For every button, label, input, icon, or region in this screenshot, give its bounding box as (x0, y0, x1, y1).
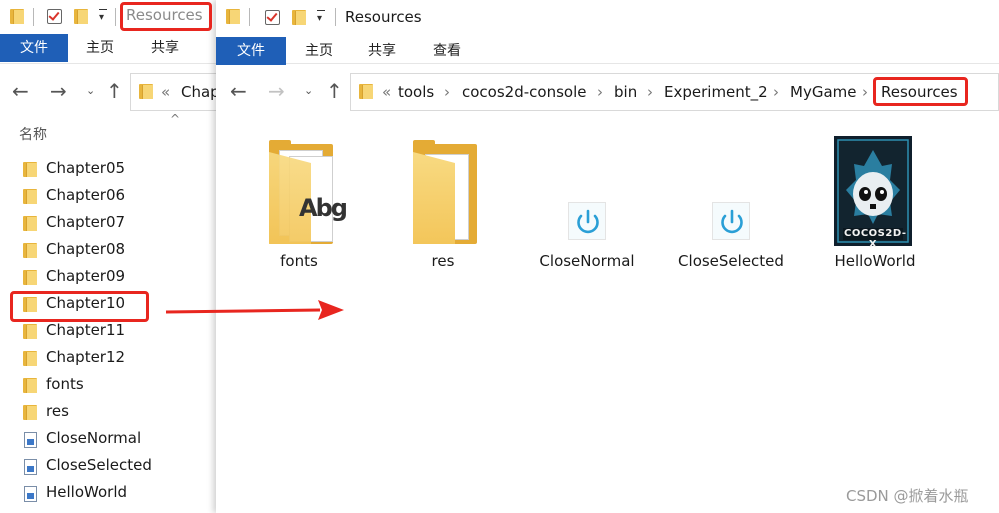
breadcrumb-tools[interactable]: tools (398, 83, 434, 101)
customize-toolbar-icon[interactable]: ▾ (317, 10, 326, 24)
list-item[interactable]: Chapter06 (0, 184, 216, 211)
watermark: CSDN @掀着水瓶 (846, 487, 969, 505)
folder-icon (23, 297, 37, 312)
front-address-row: ← → ⌄ ↑ « tools › cocos2d-console › bin … (216, 66, 999, 116)
tab-share[interactable]: 共享 (141, 34, 189, 62)
list-item-label: CloseNormal (46, 429, 142, 447)
folder-icon (23, 324, 37, 339)
back-address-row: ← → ⌄ ↑ « Chap (0, 66, 216, 116)
back-arrow-icon[interactable]: ← (12, 80, 29, 102)
list-item[interactable]: Chapter09 (0, 265, 216, 292)
folder-icon (23, 378, 37, 393)
list-item[interactable]: res (0, 400, 216, 427)
breadcrumb-segment[interactable]: Chap (181, 83, 216, 101)
up-arrow-icon[interactable]: ↑ (106, 80, 123, 102)
back-ribbon-tabs: 文件 主页 共享 (0, 34, 216, 64)
list-item-label: HelloWorld (46, 483, 128, 501)
new-folder-icon[interactable] (292, 10, 306, 25)
list-item-label: Chapter07 (46, 213, 126, 231)
tab-home[interactable]: 主页 (296, 37, 342, 65)
list-item[interactable]: CloseNormal (0, 427, 216, 454)
grid-item-closenormal[interactable]: CloseNormal (532, 136, 642, 276)
grid-item-closeselected[interactable]: CloseSelected (676, 136, 786, 276)
arrow-annotation (165, 300, 344, 320)
grid-item-helloworld[interactable]: COCOS2D-X HelloWorld (820, 136, 930, 276)
list-item-label: Chapter11 (46, 321, 126, 339)
overflow-chevron[interactable]: « (382, 83, 391, 101)
back-title-bar: ▾ Resources (0, 0, 216, 34)
folder-icon (413, 140, 479, 244)
recent-locations-icon[interactable]: ⌄ (86, 84, 95, 97)
folder-icon (23, 216, 37, 231)
image-file-icon (24, 486, 37, 502)
list-item-label: Chapter08 (46, 240, 126, 258)
folder-icon (139, 84, 153, 99)
front-explorer-window: ▾ Resources 文件 主页 共享 查看 ← → ⌄ ↑ « tools … (216, 0, 999, 513)
list-item[interactable]: CloseSelected (0, 454, 216, 481)
list-item[interactable]: Chapter12 (0, 346, 216, 373)
new-folder-icon[interactable] (74, 9, 88, 24)
breadcrumb-bin[interactable]: bin (614, 83, 637, 101)
tab-home[interactable]: 主页 (76, 34, 124, 62)
list-item[interactable]: Chapter07 (0, 211, 216, 238)
list-item-label: fonts (46, 375, 84, 393)
grid-item-fonts[interactable]: Abg fonts (244, 136, 354, 276)
logo-text: COCOS2D-X (844, 228, 907, 250)
up-arrow-icon[interactable]: ↑ (326, 80, 343, 102)
window-title: Resources (126, 6, 203, 24)
tab-file[interactable]: 文件 (216, 37, 286, 65)
folder-icon (23, 189, 37, 204)
list-item-label: res (46, 402, 69, 420)
list-item-label: Chapter05 (46, 159, 126, 177)
folder-icon (359, 84, 373, 99)
folder-icon (23, 351, 37, 366)
address-bar[interactable]: « tools › cocos2d-console › bin › Experi… (350, 73, 999, 111)
list-item[interactable]: Chapter05 (0, 157, 216, 184)
breadcrumb-cocos2d-console[interactable]: cocos2d-console (462, 83, 586, 101)
grid-item-res[interactable]: res (388, 136, 498, 276)
fonts-folder-icon: Abg (269, 140, 348, 244)
tab-share[interactable]: 共享 (359, 37, 405, 65)
list-item[interactable]: fonts (0, 373, 216, 400)
window-title: Resources (345, 8, 422, 26)
back-explorer-window: ▾ Resources 文件 主页 共享 ← → ⌄ ↑ « Chap ^ 名称… (0, 0, 216, 513)
tab-view[interactable]: 查看 (424, 37, 470, 65)
list-item[interactable]: Chapter08 (0, 238, 216, 265)
customize-toolbar-icon[interactable]: ▾ (99, 9, 108, 23)
folder-icon (23, 405, 37, 420)
address-bar[interactable]: « Chap (130, 73, 216, 111)
overflow-chevron[interactable]: « (161, 83, 170, 101)
folder-icon (23, 270, 37, 285)
properties-icon[interactable] (265, 10, 280, 25)
forward-arrow-icon[interactable]: → (50, 80, 67, 102)
tab-file[interactable]: 文件 (0, 34, 68, 62)
back-arrow-icon[interactable]: ← (230, 80, 247, 102)
recent-locations-icon[interactable]: ⌄ (304, 84, 313, 97)
breadcrumb-experiment-2[interactable]: Experiment_2 (664, 83, 768, 101)
folder-icon (10, 9, 24, 24)
forward-arrow-icon[interactable]: → (268, 80, 285, 102)
folder-icon (23, 162, 37, 177)
cocos-logo-icon: COCOS2D-X (834, 136, 912, 250)
properties-icon[interactable] (47, 9, 62, 24)
column-header-name[interactable]: 名称 (19, 124, 47, 144)
list-item-label: Chapter10 (46, 294, 126, 312)
list-item-label: Chapter06 (46, 186, 126, 204)
folder-icon (226, 9, 240, 24)
sort-indicator-icon: ^ (170, 112, 181, 126)
list-item[interactable]: HelloWorld (0, 481, 216, 508)
breadcrumb-resources[interactable]: Resources (881, 83, 958, 101)
list-item-label: Chapter09 (46, 267, 126, 285)
power-icon (712, 202, 750, 240)
front-title-bar: ▾ Resources (216, 0, 999, 34)
front-ribbon-tabs: 文件 主页 共享 查看 (216, 34, 999, 65)
grid-item-label: HelloWorld (834, 252, 916, 270)
list-item-label: CloseSelected (46, 456, 152, 474)
power-icon (568, 202, 606, 240)
list-item-label: Chapter12 (46, 348, 126, 366)
image-file-icon (24, 459, 37, 475)
breadcrumb-mygame[interactable]: MyGame (790, 83, 856, 101)
image-file-icon (24, 432, 37, 448)
folder-icon (23, 243, 37, 258)
